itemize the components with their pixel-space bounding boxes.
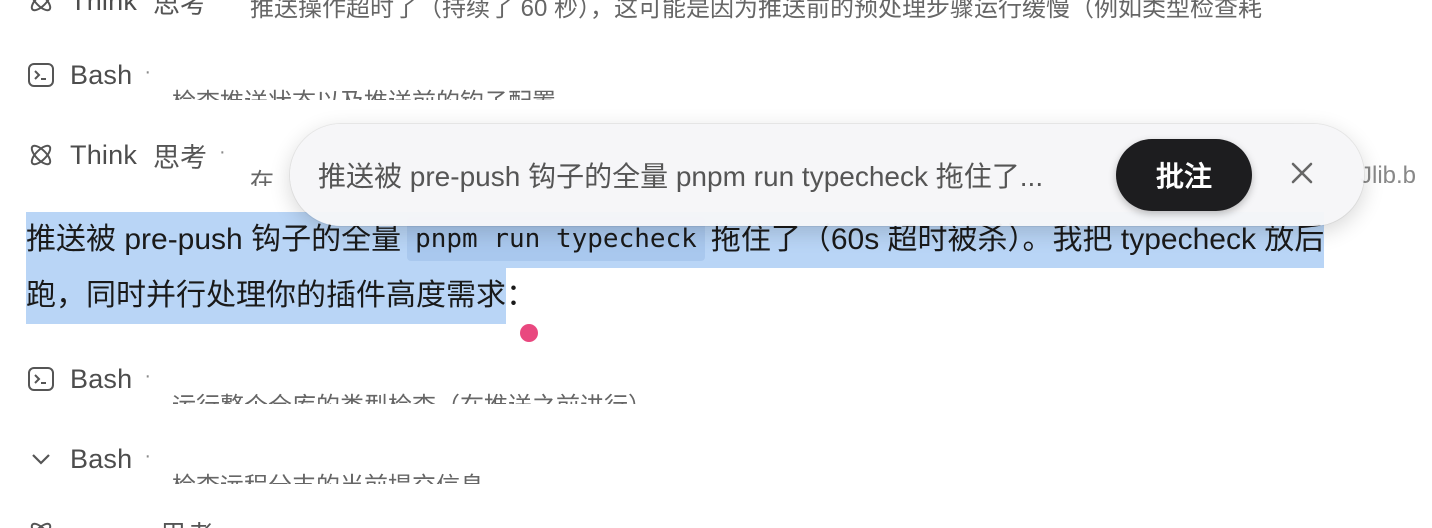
step-bash-1[interactable]: Bash · — [26, 58, 151, 92]
step-bash-3[interactable]: Bash · — [26, 442, 151, 476]
separator-dot: · — [219, 140, 226, 163]
clipped-text-fragment: Jlib.b — [1360, 162, 1417, 186]
step-detail: 检查推送状态以及推送前的钩子配置 — [172, 80, 772, 100]
step-detail: 推送操作超时了（持续了 60 秒），这可能是因为推送前的预处理步骤运行缓慢（例如… — [250, 0, 1263, 20]
think-icon — [26, 518, 56, 528]
step-detail: 运行整个仓库的类型检查（在推送之前进行） — [172, 386, 772, 404]
chat-transcript: Think 思考 推送操作超时了（持续了 60 秒），这可能是因为推送前的预处理… — [0, 0, 1432, 528]
step-think-3[interactable]: 思考 — [26, 516, 214, 528]
separator-dot: · — [144, 60, 152, 83]
step-title: Bash — [70, 59, 133, 90]
message-tail: ： — [506, 279, 536, 312]
chevron-down-icon[interactable] — [26, 444, 56, 474]
step-bash-2[interactable]: Bash · — [26, 362, 151, 396]
step-title: Bash — [70, 363, 133, 394]
step-title: Bash — [70, 443, 133, 474]
separator-dot: · — [144, 444, 152, 467]
selection-highlight: 跑，同时并行处理你的插件高度需求 — [26, 268, 506, 324]
selected-quote: 推送被 pre-push 钩子的全量 pnpm run typecheck 拖住… — [318, 161, 1044, 192]
selection-handle[interactable] — [520, 324, 538, 342]
annotate-button[interactable]: 批注 — [1116, 139, 1252, 211]
separator-dot: · — [144, 364, 152, 387]
step-subtitle: 思考 — [160, 514, 214, 528]
think-icon — [26, 0, 56, 16]
step-subtitle: 思考 — [153, 0, 208, 19]
terminal-icon — [26, 60, 56, 90]
terminal-icon — [26, 364, 56, 394]
close-icon — [1290, 161, 1314, 190]
close-popover-button[interactable] — [1282, 155, 1322, 195]
assistant-message[interactable]: 推送被 pre-push 钩子的全量 pnpm run typecheck 拖住了（… — [26, 212, 1432, 324]
step-title: Think — [70, 0, 138, 16]
step-think-2[interactable]: Think 思考 · — [26, 138, 226, 173]
step-detail: 检查远程分支的当前提交信息 — [172, 466, 772, 484]
step-title: Think — [70, 139, 138, 170]
annotation-popover: 推送被 pre-push 钩子的全量 pnpm run typecheck 拖住… — [290, 124, 1364, 226]
think-icon — [26, 140, 56, 170]
step-subtitle: 思考 — [153, 142, 208, 173]
message-line-2: 跑，同时并行处理你的插件高度需求： — [26, 268, 1432, 324]
step-think-1[interactable]: Think 思考 — [26, 0, 208, 19]
